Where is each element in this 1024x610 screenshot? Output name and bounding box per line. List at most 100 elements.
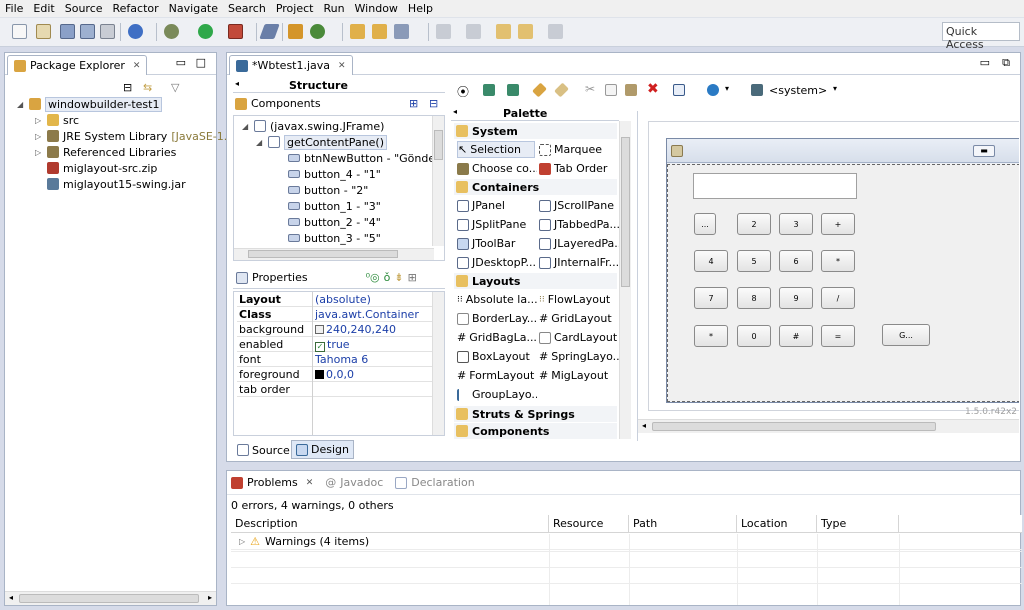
palette-item-jlayeredpane[interactable]: JLayeredPa... bbox=[539, 235, 619, 252]
annotation-icon[interactable] bbox=[436, 24, 451, 39]
tree-item-contentpane[interactable]: ◢ getContentPane() bbox=[256, 134, 388, 150]
expand-all-icon[interactable]: ⊞ bbox=[409, 97, 418, 110]
palette-item-miglayout[interactable]: # MigLayout bbox=[539, 367, 619, 384]
copy-icon[interactable] bbox=[605, 84, 617, 96]
property-row-enabled[interactable]: enabled ✓ true bbox=[237, 337, 444, 352]
search-icon[interactable] bbox=[394, 24, 409, 39]
calc-button[interactable]: * bbox=[694, 325, 728, 347]
gear-plugin-icon[interactable] bbox=[288, 24, 303, 39]
calc-button[interactable]: 5 bbox=[737, 250, 771, 272]
properties-toggle-icon[interactable] bbox=[673, 84, 685, 96]
palette-item-borderlayout[interactable]: BorderLay... bbox=[457, 310, 537, 327]
problems-tab[interactable]: Problems ✕ bbox=[231, 476, 314, 489]
external-tools-icon[interactable] bbox=[228, 24, 243, 39]
palette-item-jtabbedpane[interactable]: JTabbedPa... bbox=[539, 216, 619, 233]
vertical-scrollbar[interactable] bbox=[619, 121, 631, 439]
tree-item-jar[interactable]: miglayout15-swing.jar bbox=[47, 176, 186, 192]
palette-item-boxlayout[interactable]: BoxLayout bbox=[457, 348, 537, 365]
vertical-scrollbar[interactable] bbox=[432, 116, 444, 246]
tree-item-button[interactable]: button - "2" bbox=[288, 182, 368, 198]
column-resource[interactable]: Resource bbox=[549, 515, 629, 533]
palette-item-gridlayout[interactable]: # GridLayout bbox=[539, 310, 619, 327]
next-annotation-icon[interactable] bbox=[466, 24, 481, 39]
tree-item-referenced-libraries[interactable]: ▷ Referenced Libraries bbox=[35, 144, 176, 160]
properties-menu-icon[interactable]: ⊞ bbox=[408, 271, 417, 284]
minimize-icon[interactable]: ▬ bbox=[973, 145, 995, 157]
tree-item-button[interactable]: btnNewButton - "Gönder" bbox=[288, 150, 444, 166]
menu-project[interactable]: Project bbox=[271, 0, 319, 18]
menu-search[interactable]: Search bbox=[223, 0, 271, 18]
column-location[interactable]: Location bbox=[737, 515, 817, 533]
calc-button[interactable]: 2 bbox=[737, 213, 771, 235]
menu-window[interactable]: Window bbox=[350, 0, 403, 18]
new-icon[interactable] bbox=[12, 24, 27, 39]
chevron-down-icon[interactable]: ▾ bbox=[833, 84, 837, 93]
menu-edit[interactable]: Edit bbox=[28, 0, 59, 18]
editor-toolbar-icon[interactable] bbox=[483, 84, 495, 96]
calc-button[interactable]: + bbox=[821, 213, 855, 235]
column-type[interactable]: Type bbox=[817, 515, 899, 533]
menu-file[interactable]: File bbox=[0, 0, 28, 18]
table-row[interactable]: ▷ ⚠ Warnings (4 items) bbox=[231, 534, 1022, 550]
maximize-icon[interactable]: □ bbox=[196, 56, 206, 69]
menu-source[interactable]: Source bbox=[60, 0, 108, 18]
new-wizard-icon[interactable] bbox=[36, 24, 51, 39]
palette-item-choose-component[interactable]: Choose co... bbox=[457, 160, 537, 177]
look-and-feel-icon[interactable] bbox=[751, 84, 763, 96]
editor-tab-wbtest1[interactable]: *Wbtest1.java ✕ bbox=[229, 55, 353, 75]
view-menu-icon[interactable]: ▽ bbox=[171, 81, 179, 94]
close-icon[interactable]: ✕ bbox=[133, 61, 141, 71]
run-icon[interactable] bbox=[198, 24, 213, 39]
horizontal-scrollbar[interactable] bbox=[234, 248, 434, 260]
calc-button[interactable]: * bbox=[821, 250, 855, 272]
show-events-icon[interactable]: ⁰◎ bbox=[366, 271, 380, 284]
new-class-icon[interactable] bbox=[310, 24, 325, 39]
palette-item-formlayout[interactable]: # FormLayout bbox=[457, 367, 537, 384]
palette-item-absolute-layout[interactable]: ⁝⁝ Absolute la... bbox=[457, 291, 537, 308]
web-icon[interactable] bbox=[128, 24, 143, 39]
jframe-preview[interactable]: ▬ ... 2 3 + 4 5 6 * 7 8 9 / * 0 # = G... bbox=[666, 138, 1019, 403]
vertical-scrollbar[interactable] bbox=[432, 292, 444, 435]
cut-icon[interactable]: ✂ bbox=[585, 82, 595, 96]
look-and-feel-select[interactable]: <system> bbox=[769, 84, 827, 97]
palette-item-cardlayout[interactable]: CardLayout bbox=[539, 329, 619, 346]
property-row-tab-order[interactable]: tab order … bbox=[237, 382, 444, 397]
pen-icon[interactable] bbox=[259, 24, 280, 39]
calc-button[interactable]: 0 bbox=[737, 325, 771, 347]
undo-icon[interactable] bbox=[532, 82, 547, 98]
property-row-layout[interactable]: Layout (absolute) ▾ bbox=[237, 292, 444, 307]
forward-icon[interactable] bbox=[518, 24, 533, 39]
source-tab[interactable]: Source bbox=[233, 441, 294, 459]
property-row-background[interactable]: background 240,240,240 … bbox=[237, 322, 444, 337]
palette-item-selection[interactable]: ↖ Selection bbox=[457, 141, 535, 158]
menu-refactor[interactable]: Refactor bbox=[108, 0, 164, 18]
send-button[interactable]: G... bbox=[882, 324, 930, 346]
tree-item-button[interactable]: button_1 - "3" bbox=[288, 198, 381, 214]
property-row-foreground[interactable]: foreground 0,0,0 … bbox=[237, 367, 444, 382]
chevron-down-icon[interactable]: ▾ bbox=[725, 84, 729, 93]
back-icon[interactable] bbox=[496, 24, 511, 39]
content-pane[interactable]: ... 2 3 + 4 5 6 * 7 8 9 / * 0 # = G... bbox=[667, 164, 1019, 402]
package-explorer-tab[interactable]: Package Explorer ✕ bbox=[7, 55, 148, 75]
palette-item-marquee[interactable]: Marquee bbox=[539, 141, 619, 158]
javadoc-tab[interactable]: @ Javadoc bbox=[325, 476, 383, 489]
open-folder-icon[interactable] bbox=[372, 24, 387, 39]
minimize-icon[interactable]: ▭ bbox=[176, 56, 186, 69]
calc-button[interactable]: 8 bbox=[737, 287, 771, 309]
calc-button[interactable]: 4 bbox=[694, 250, 728, 272]
palette-item-jdesktoppane[interactable]: JDesktopP... bbox=[457, 254, 537, 271]
palette-item-jinternalframe[interactable]: JInternalFr... bbox=[539, 254, 619, 271]
palette-item-flowlayout[interactable]: ⁝⁝ FlowLayout bbox=[539, 291, 619, 308]
link-editor-icon[interactable]: ⇆ bbox=[143, 81, 152, 94]
palette-item-gridbaglayout[interactable]: # GridBagLa... bbox=[457, 329, 537, 346]
tree-item-project[interactable]: ◢ windowbuilder-test1 bbox=[17, 96, 163, 112]
redo-icon[interactable] bbox=[554, 82, 569, 98]
palette-item-jtoolbar[interactable]: JToolBar bbox=[457, 235, 537, 252]
tree-item-button[interactable]: button_2 - "4" bbox=[288, 214, 381, 230]
calc-button[interactable]: 3 bbox=[779, 213, 813, 235]
horizontal-scrollbar[interactable]: ◂ bbox=[638, 419, 1019, 433]
palette-item-jpanel[interactable]: JPanel bbox=[457, 197, 537, 214]
design-tab[interactable]: Design bbox=[291, 440, 354, 459]
palette-category-struts-springs[interactable]: Struts & Springs bbox=[454, 406, 617, 422]
calc-button[interactable]: / bbox=[821, 287, 855, 309]
